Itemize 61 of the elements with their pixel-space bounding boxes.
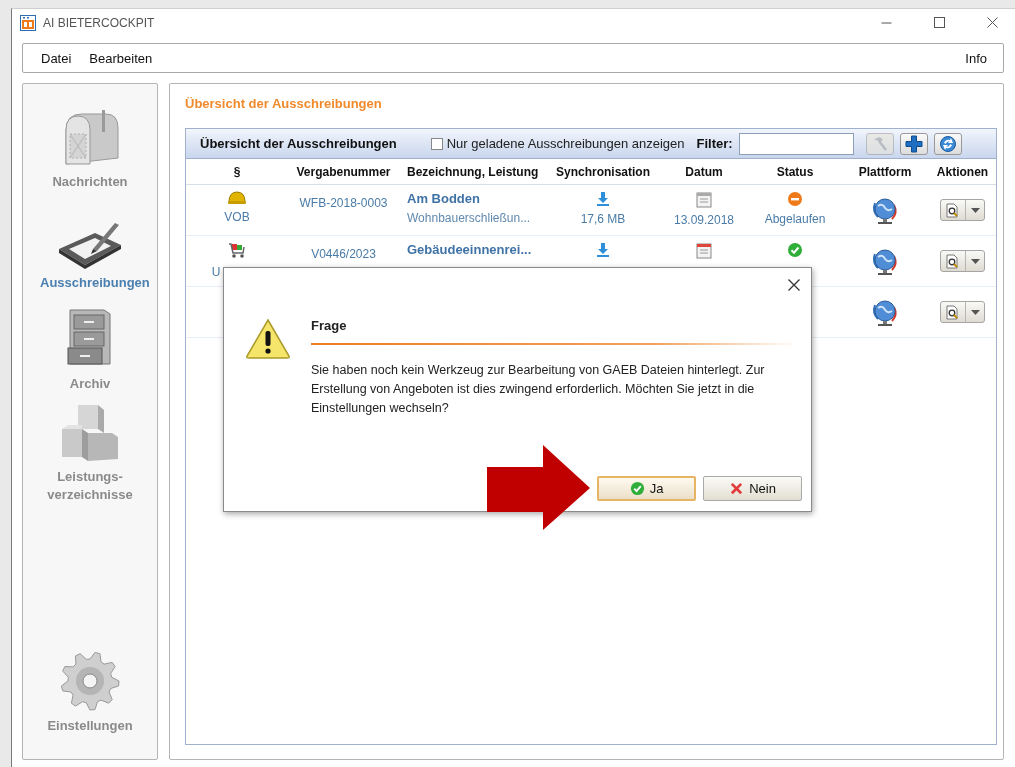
column-header[interactable]: Synchronisation	[547, 164, 659, 179]
tender-number: V0446/2023	[311, 247, 376, 261]
warning-icon	[245, 318, 291, 359]
column-header[interactable]: Plattform	[841, 164, 929, 179]
refresh-button[interactable]	[933, 132, 962, 155]
preview-split-button[interactable]	[940, 250, 985, 272]
maximize-icon	[933, 17, 945, 28]
column-header[interactable]: Vergabenummer	[288, 164, 399, 179]
column-header[interactable]: Aktionen	[929, 164, 996, 179]
window-title: AI BIETERCOCKPIT	[43, 15, 156, 30]
menu-item[interactable]: Datei	[33, 48, 80, 68]
calendar-icon	[696, 191, 712, 208]
tender-subtitle: Wohnbauerschließun...	[407, 211, 531, 225]
document-search-icon	[946, 253, 960, 269]
column-header[interactable]: Status	[749, 164, 841, 179]
check-circle-icon	[787, 242, 803, 258]
cart-icon	[227, 242, 247, 260]
rule-label: U	[211, 265, 221, 279]
check-circle-icon	[629, 481, 645, 496]
dialog-title: Frage	[311, 318, 348, 333]
toolbar-title: Übersicht der Ausschreibungen	[200, 136, 397, 151]
refresh-icon	[938, 134, 957, 153]
filter-field[interactable]	[738, 132, 854, 155]
checkbox[interactable]: Nur geladene Ausschreibungen anzeigen	[430, 136, 685, 151]
status-text: Abgelaufen	[764, 212, 826, 226]
caret-icon	[970, 258, 980, 264]
calendar-icon	[696, 242, 712, 259]
preview-split-button[interactable]	[940, 301, 985, 323]
date-text: 13.09.2018	[673, 213, 735, 227]
file-size: 17,6 MB	[580, 212, 626, 226]
panel-heading: Übersicht der Ausschreibungen	[185, 96, 383, 111]
helmet-icon	[227, 191, 247, 205]
plus-icon	[904, 134, 923, 153]
tender-title: Gebäudeeinnenrei...	[407, 242, 532, 257]
no-button[interactable]: Nein	[703, 476, 802, 501]
column-header[interactable]: Datum	[659, 164, 749, 179]
dialog-message: Sie haben noch kein Werkzeug zur Bearbeitung von GAEB Dateien hinterlegt. Zur Erstellung von Angeboten ist dies zwingend erforderlich. Möchten Sie jetzt in die Einstellungen wechseln?	[311, 362, 766, 417]
minus-circle-icon	[787, 191, 803, 207]
preview-split-button[interactable]	[940, 199, 985, 221]
sidebar-item[interactable]: Ausschreibungen	[25, 199, 155, 300]
app-logo-icon	[20, 14, 36, 31]
plus-button[interactable]	[899, 132, 928, 155]
column-header[interactable]: §	[186, 164, 288, 179]
caret-icon	[970, 207, 980, 213]
download-icon	[595, 242, 611, 258]
cross-icon	[729, 481, 745, 496]
column-header[interactable]: Bezeichnung, Leistung	[399, 164, 547, 179]
close-icon	[788, 279, 800, 291]
rule-label: VOB	[224, 210, 250, 224]
menu-item[interactable]: Bearbeiten	[81, 48, 161, 68]
tender-number: WFB-2018-0003	[299, 196, 388, 210]
caret-icon	[970, 309, 980, 315]
document-search-icon	[946, 202, 960, 218]
tender-title: Am Bodden	[407, 191, 480, 206]
gear-icon	[59, 650, 121, 712]
yes-button[interactable]: Ja	[597, 476, 696, 501]
close-icon	[986, 17, 998, 28]
menu-item[interactable]: Info	[957, 48, 995, 68]
download-icon	[595, 191, 611, 207]
document-search-icon	[946, 304, 960, 320]
filter-label: Filter:	[696, 136, 733, 151]
